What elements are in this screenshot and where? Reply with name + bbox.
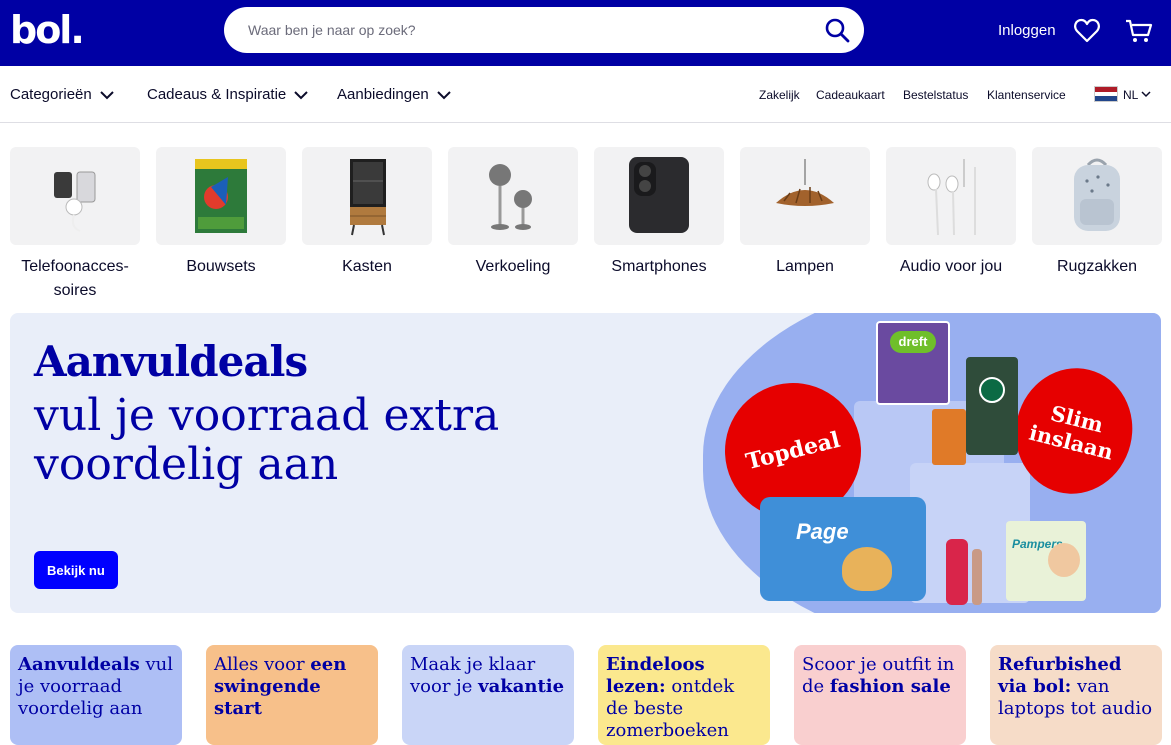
- category-label: Rugzakken: [1056, 258, 1138, 275]
- login-link[interactable]: Inloggen: [998, 22, 1056, 39]
- chevron-down-icon[interactable]: [1141, 91, 1151, 98]
- category-cabinets[interactable]: Kasten: [302, 147, 432, 279]
- top-bar: bol. Inloggen: [0, 0, 1171, 66]
- nav-gifts[interactable]: Cadeaus & Inspiratie: [147, 86, 308, 103]
- page-product: Page: [760, 497, 926, 601]
- dreft-product: dreft: [876, 321, 950, 405]
- backpack-icon: [1032, 147, 1162, 245]
- phone-accessories-icon: [10, 147, 140, 245]
- promo-card-books[interactable]: Eindeloos lezen: ontdek de beste zomerbo…: [598, 645, 770, 745]
- search-bar: [224, 7, 864, 53]
- fan-icon: [448, 147, 578, 245]
- search-input[interactable]: [248, 7, 808, 53]
- main-nav: Categorieën Cadeaus & Inspiratie Aanbied…: [0, 66, 1171, 123]
- category-label: Smartphones: [611, 258, 707, 275]
- netherlands-flag-icon[interactable]: [1094, 86, 1118, 102]
- small-box-product: [932, 409, 966, 465]
- promo-bold: fashion sale: [829, 676, 951, 697]
- promo-bold: Aanvuldeals: [18, 654, 140, 675]
- category-backpacks[interactable]: Rugzakken: [1032, 147, 1162, 279]
- nav-business[interactable]: Zakelijk: [759, 88, 800, 102]
- category-label: Telefoonacces- soires: [21, 258, 129, 299]
- chevron-down-icon: [437, 90, 451, 99]
- category-smartphones[interactable]: Smartphones: [594, 147, 724, 279]
- category-building-sets[interactable]: Bouwsets: [156, 147, 286, 279]
- language-selector[interactable]: NL: [1123, 88, 1138, 102]
- pampers-product: Pampers: [1006, 521, 1086, 601]
- category-cooling[interactable]: Verkoeling: [448, 147, 578, 279]
- promo-bold: vakantie: [478, 676, 565, 697]
- promo-card-start[interactable]: Alles voor een swingende start: [206, 645, 378, 745]
- nav-offers[interactable]: Aanbiedingen: [337, 86, 451, 103]
- smartphone-icon: [594, 147, 724, 245]
- nav-categories[interactable]: Categorieën: [10, 86, 114, 103]
- nav-label: Categorieën: [10, 86, 92, 103]
- cabinet-icon: [302, 147, 432, 245]
- promo-card-vacation[interactable]: Maak je klaar voor je vakantie: [402, 645, 574, 745]
- bol-logo[interactable]: bol.: [10, 8, 85, 52]
- shampoo-product: [946, 539, 968, 605]
- cart-icon[interactable]: [1125, 17, 1153, 45]
- category-label: Lampen: [776, 258, 834, 275]
- lamp-icon: [740, 147, 870, 245]
- promo-card-aanvuldeals[interactable]: Aanvuldeals vul je voorraad voordelig aa…: [10, 645, 182, 745]
- building-set-icon: [156, 147, 286, 245]
- promo-card-refurbished[interactable]: Refurbished via bol: van laptops tot aud…: [990, 645, 1162, 745]
- nav-label: Aanbiedingen: [337, 86, 429, 103]
- hero-title: Aanvuldeals: [34, 337, 308, 386]
- view-now-button[interactable]: Bekijk nu: [34, 551, 118, 589]
- nav-giftcard[interactable]: Cadeaukaart: [816, 88, 885, 102]
- category-label: Audio voor jou: [899, 258, 1003, 275]
- promo-card-fashion[interactable]: Scoor je outfit in de fashion sale: [794, 645, 966, 745]
- category-phone-accessories[interactable]: Telefoonacces- soires: [10, 147, 140, 303]
- nav-label: Cadeaus & Inspiratie: [147, 86, 287, 103]
- category-audio[interactable]: Audio voor jou: [886, 147, 1016, 279]
- category-label: Bouwsets: [186, 258, 256, 275]
- nav-order-status[interactable]: Bestelstatus: [903, 88, 968, 102]
- hero-banner[interactable]: Aanvuldeals vul je voorraad extra voorde…: [10, 313, 1161, 613]
- category-label: Kasten: [342, 258, 392, 275]
- dreft-label: dreft: [890, 331, 936, 353]
- nav-customer-service[interactable]: Klantenservice: [987, 88, 1066, 102]
- earphones-icon: [886, 147, 1016, 245]
- hero-subtitle: vul je voorraad extra voordelig aan: [34, 390, 500, 490]
- promo-text: Alles voor: [214, 654, 311, 675]
- page-label: Page: [796, 519, 849, 544]
- search-icon[interactable]: [824, 17, 850, 43]
- mascara-product: [972, 549, 982, 605]
- heart-icon[interactable]: [1073, 17, 1101, 45]
- chevron-down-icon: [294, 90, 308, 99]
- chevron-down-icon: [100, 90, 114, 99]
- category-label: Verkoeling: [475, 258, 551, 275]
- coffee-product: [966, 357, 1018, 455]
- category-lamps[interactable]: Lampen: [740, 147, 870, 279]
